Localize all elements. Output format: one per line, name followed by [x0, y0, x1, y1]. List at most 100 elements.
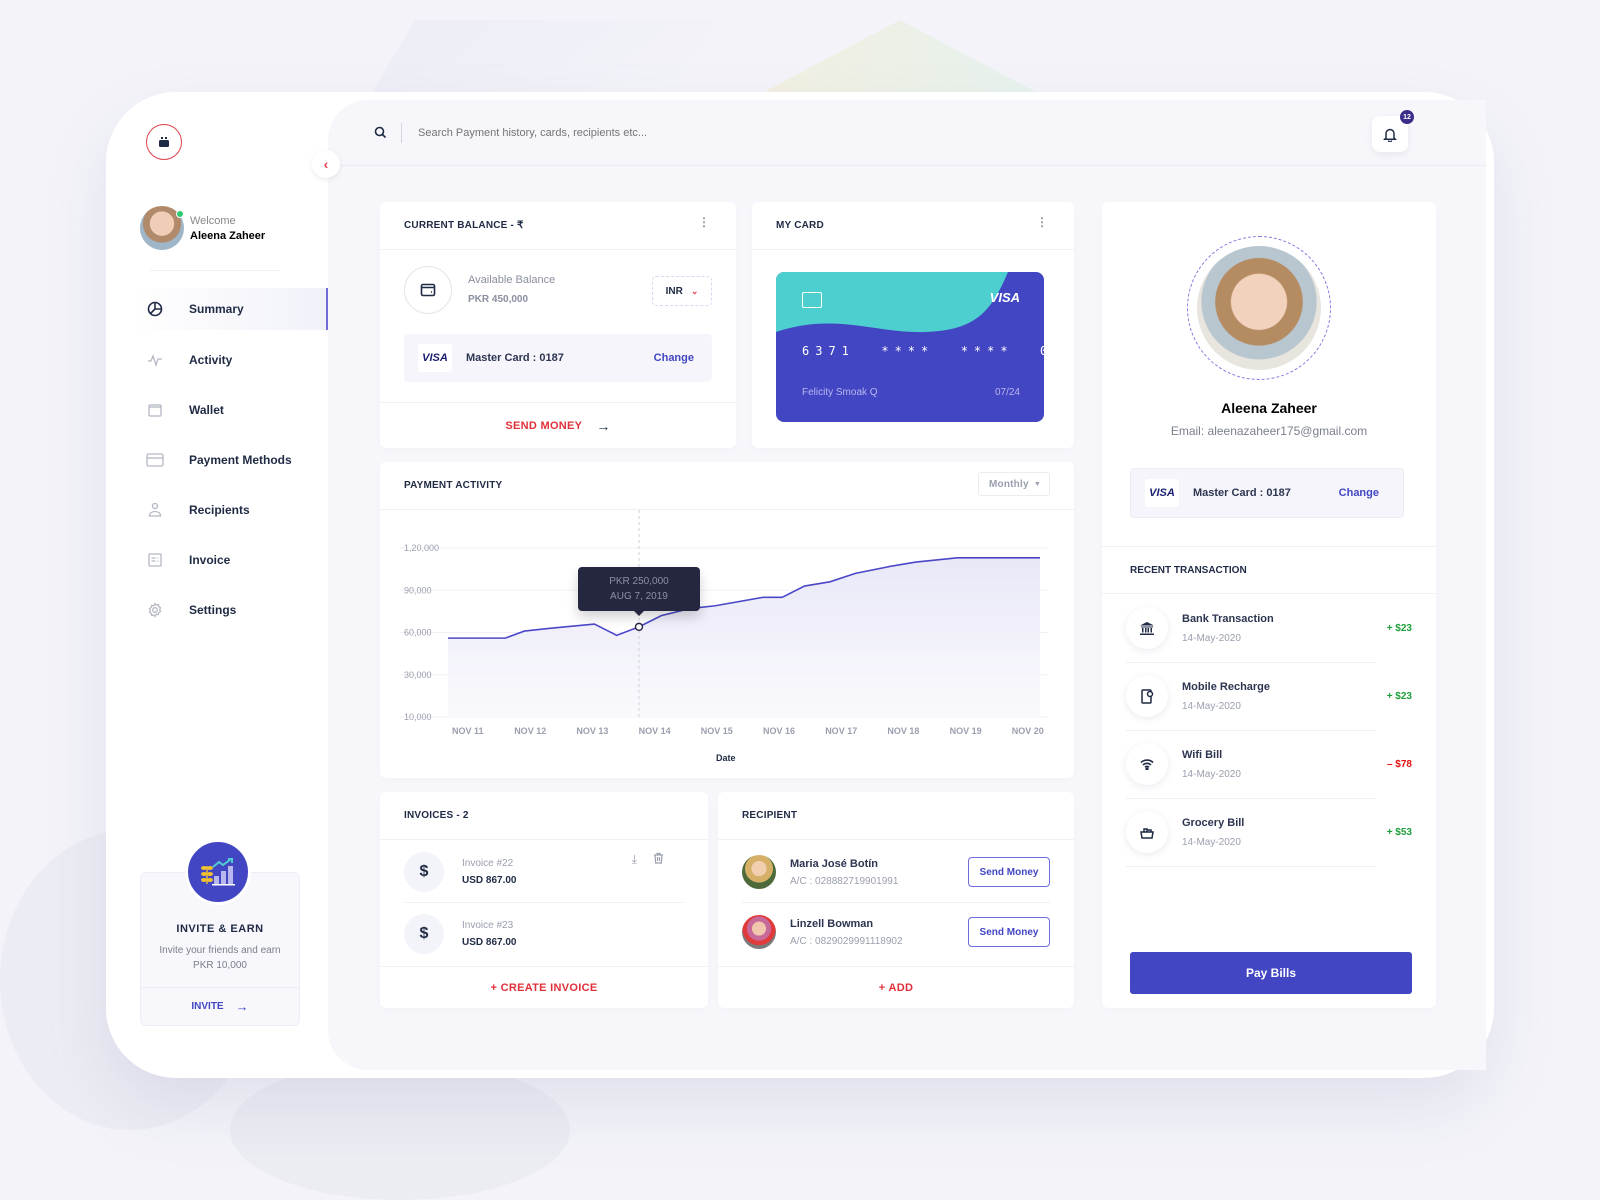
user-icon — [145, 500, 165, 520]
arrow-right-icon: → — [596, 417, 611, 434]
invoice-row[interactable]: $ Invoice #23 USD 867.00 — [404, 904, 684, 964]
invite-button[interactable]: INVITE → — [141, 987, 299, 1025]
x-axis-title: Date — [716, 753, 736, 763]
online-status-dot — [176, 210, 184, 218]
change-card-link[interactable]: Change — [1339, 487, 1379, 499]
avatar[interactable] — [140, 206, 184, 250]
sidebar-item-recipients[interactable]: Recipients — [130, 490, 328, 530]
app-logo[interactable] — [146, 124, 182, 160]
change-card-link[interactable]: Change — [654, 352, 694, 364]
recipient-name: Maria José Botín — [790, 857, 879, 870]
recipient-avatar — [742, 855, 776, 889]
transaction-row[interactable]: Grocery Bill 14-May-2020 + $53 — [1126, 798, 1412, 866]
arrow-right-icon: → — [235, 999, 249, 1014]
invite-earn-card: INVITE & EARN Invite your friends and ea… — [140, 839, 300, 1026]
transaction-row[interactable]: Mobile Recharge 14-May-2020 + $23 — [1126, 662, 1412, 730]
recipient-row: Maria José Botín A/C : 028882719901991 Se… — [742, 842, 1050, 902]
sidebar-item-label: Wallet — [189, 403, 224, 417]
bell-icon — [1383, 128, 1397, 142]
collapse-sidebar-button[interactable]: ‹ — [312, 150, 340, 178]
transaction-name: Bank Transaction — [1182, 612, 1274, 625]
available-balance-value: PKR 450,000 — [468, 294, 529, 305]
grocery-icon — [1126, 811, 1168, 853]
x-tick-label: NOV 18 — [887, 726, 920, 736]
sidebar: Welcome Aleena Zaheer Summary Activity W… — [106, 92, 328, 1078]
invoice-icon — [145, 550, 165, 570]
pie-chart-icon — [145, 299, 165, 319]
transaction-amount: + $53 — [1386, 826, 1412, 838]
more-options-icon[interactable]: ⋮ — [1036, 216, 1048, 228]
notification-count-badge: 12 — [1400, 110, 1414, 124]
x-tick-label: NOV 19 — [949, 726, 982, 736]
y-tick-label: 10,000 — [404, 712, 432, 722]
x-tick-label: NOV 20 — [1011, 726, 1044, 736]
sidebar-item-invoice[interactable]: Invoice — [130, 540, 328, 580]
x-tick-label: NOV 17 — [825, 726, 858, 736]
transaction-row[interactable]: Wifi Bill 14-May-2020 – $78 — [1126, 730, 1412, 798]
add-recipient-button[interactable]: + ADD — [718, 966, 1074, 1008]
credit-card-icon — [145, 450, 165, 470]
profile-avatar[interactable] — [1197, 246, 1321, 370]
sidebar-item-label: Settings — [189, 603, 237, 617]
sidebar-item-label: Payment Methods — [189, 453, 292, 467]
x-tick-label: NOV 11 — [452, 726, 484, 736]
period-select[interactable]: Monthly ▼ — [978, 472, 1050, 496]
transaction-row[interactable]: Bank Transaction 14-May-2020 + $23 — [1126, 594, 1412, 662]
sidebar-item-payment-methods[interactable]: Payment Methods — [130, 440, 328, 480]
card-title: INVOICES - 2 — [380, 792, 708, 840]
transaction-name: Mobile Recharge — [1182, 680, 1271, 693]
transaction-amount: + $23 — [1386, 622, 1412, 634]
sidebar-item-label: Activity — [189, 353, 233, 367]
wallet-logo-icon — [159, 137, 169, 147]
chevron-down-icon: ⌄ — [690, 285, 699, 296]
send-money-button[interactable]: Send Money — [968, 917, 1050, 947]
trash-icon[interactable] — [653, 852, 664, 867]
search-input[interactable] — [418, 126, 918, 139]
growth-chart-icon — [185, 839, 251, 905]
card-expiry: 07/24 — [994, 387, 1020, 398]
y-tick-label: 1,20,000 — [404, 543, 439, 553]
x-tick-label: NOV 15 — [700, 726, 733, 736]
card-label: Master Card : 0187 — [1193, 487, 1291, 499]
card-holder: Felicity Smoak Q — [802, 387, 878, 398]
x-tick-label: NOV 13 — [576, 726, 609, 736]
sidebar-item-wallet[interactable]: Wallet — [130, 390, 328, 430]
profile-name: Aleena Zaheer — [1221, 400, 1317, 416]
download-icon[interactable]: ⤓ — [632, 852, 637, 867]
divider — [150, 270, 280, 271]
y-tick-label: 60,000 — [404, 628, 432, 638]
x-tick-label: NOV 16 — [763, 726, 796, 736]
card-title: MY CARD ⋮ — [752, 202, 1074, 250]
credit-card-visual[interactable]: VISA 6371 **** **** 0288 Felicity Smoak … — [776, 272, 1044, 422]
gear-icon — [145, 600, 165, 620]
invoices-card: INVOICES - 2 $ Invoice #22 USD 867.00 ⤓ $… — [380, 792, 708, 1008]
highlight-point — [634, 622, 644, 632]
card-chip-icon — [802, 292, 822, 308]
transaction-name: Grocery Bill — [1182, 816, 1245, 829]
invoice-amount: USD 867.00 — [462, 937, 517, 948]
more-options-icon[interactable]: ⋮ — [698, 216, 710, 228]
mobile-icon — [1126, 675, 1168, 717]
send-money-button[interactable]: SEND MONEY → — [380, 402, 736, 448]
invoice-row[interactable]: $ Invoice #22 USD 867.00 ⤓ — [404, 842, 684, 902]
x-tick-label: NOV 14 — [638, 726, 671, 736]
payment-activity-chart: 1,20,000 90,000 60,000 30,000 10,000 — [400, 510, 1048, 722]
search-icon — [374, 126, 387, 139]
sidebar-item-summary[interactable]: Summary — [130, 288, 328, 330]
user-welcome: Welcome Aleena Zaheer — [140, 206, 265, 250]
payment-activity-card: PAYMENT ACTIVITY Monthly ▼ 1,20,000 90,000… — [380, 462, 1074, 778]
recipient-row: Linzell Bowman A/C : 0829029991118902 Sen… — [742, 902, 1050, 962]
card-label: Master Card : 0187 — [466, 352, 564, 364]
sidebar-item-settings[interactable]: Settings — [130, 590, 328, 630]
sidebar-item-activity[interactable]: Activity — [130, 340, 328, 380]
pay-bills-button[interactable]: Pay Bills — [1130, 952, 1412, 994]
notifications-button[interactable]: 12 — [1372, 110, 1414, 152]
transaction-name: Wifi Bill — [1182, 748, 1223, 761]
send-money-button[interactable]: Send Money — [968, 857, 1050, 887]
caret-down-icon: ▼ — [1033, 480, 1041, 488]
currency-select[interactable]: INR ⌄ — [652, 276, 712, 306]
create-invoice-button[interactable]: + CREATE INVOICE — [380, 966, 708, 1008]
my-card-panel: MY CARD⋮ VISA 6371 **** **** 0288 Felici… — [752, 202, 1074, 448]
invoice-number: Invoice #22 — [462, 858, 514, 869]
recipient-avatar — [742, 915, 776, 949]
